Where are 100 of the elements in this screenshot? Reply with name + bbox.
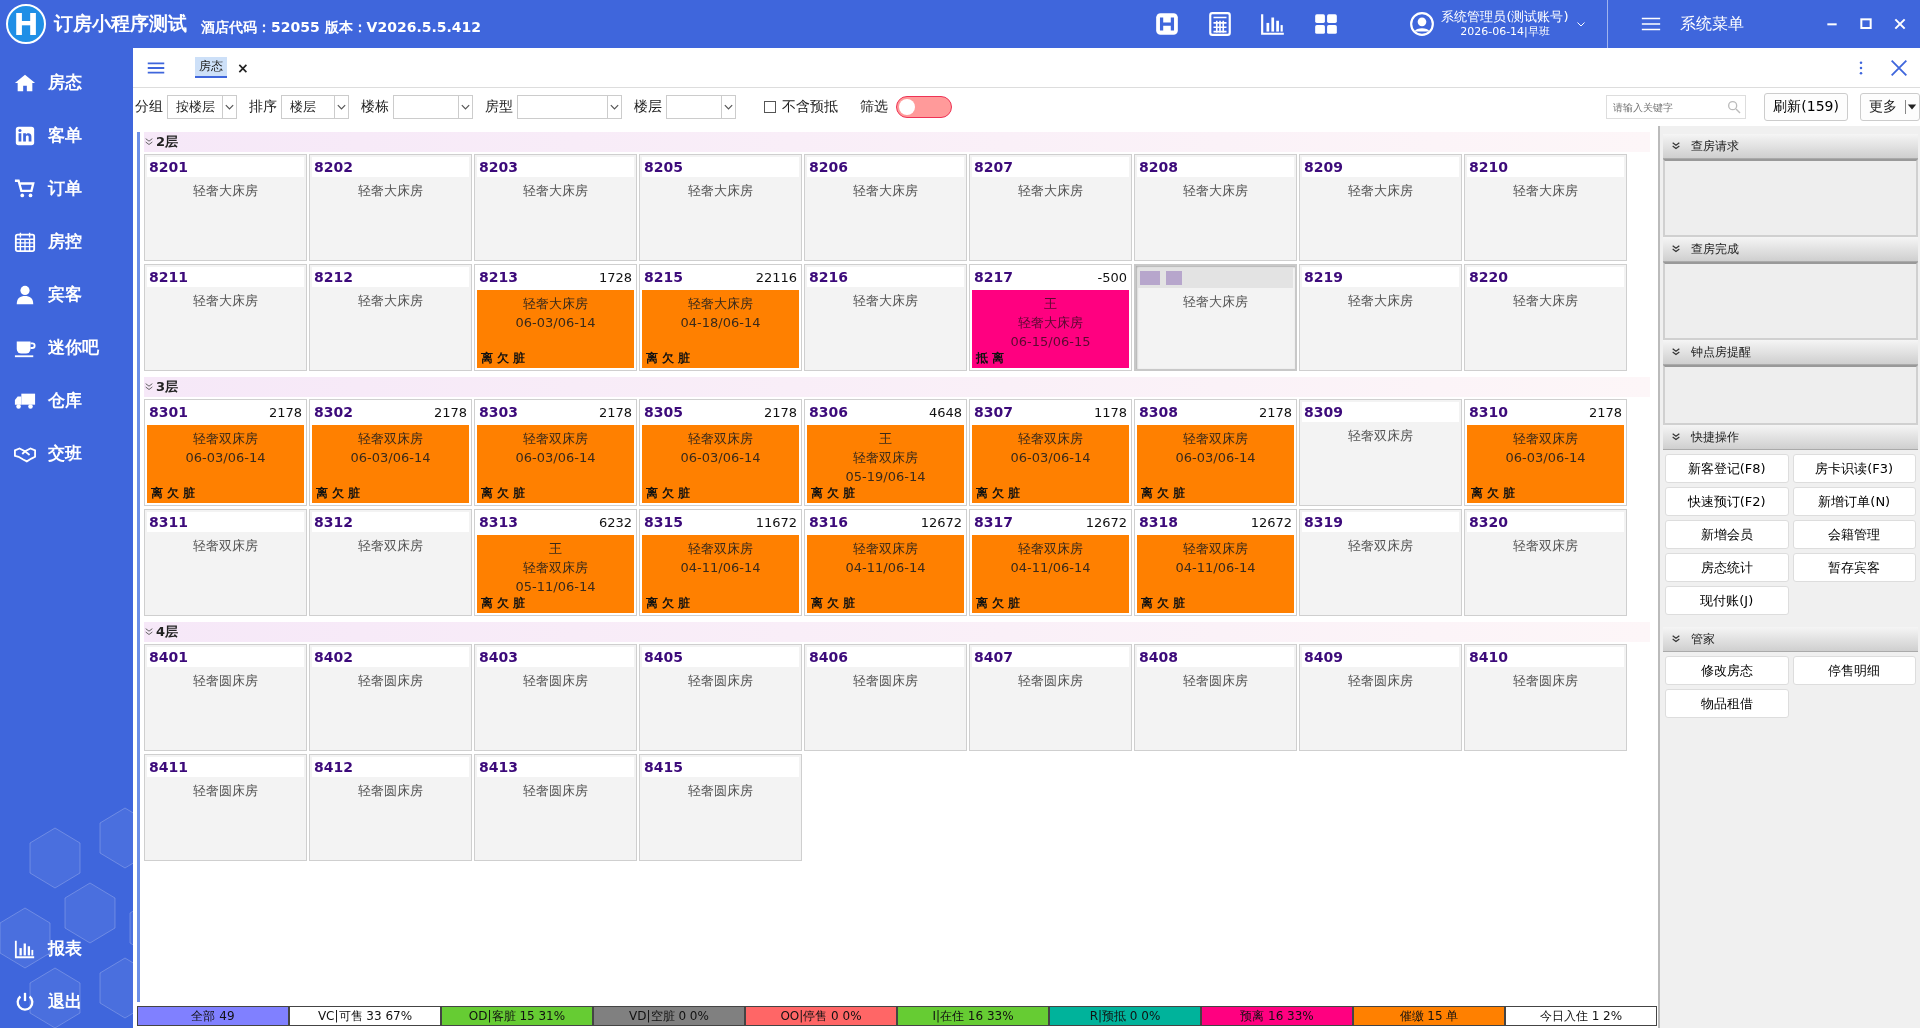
room-card[interactable]: 8306 4648 王 轻奢双床房 05-19/06-14 离 欠 脏 bbox=[804, 399, 967, 506]
action-button[interactable]: 暂存宾客 bbox=[1792, 553, 1916, 582]
checkbox[interactable] bbox=[764, 101, 776, 113]
room-card[interactable]: 8409 轻奢圆床房 bbox=[1299, 644, 1462, 751]
sidebar-item[interactable]: 迷你吧 bbox=[0, 321, 133, 374]
room-card[interactable]: 8208 轻奢大床房 bbox=[1134, 154, 1297, 261]
section-header[interactable]: 快捷操作 bbox=[1663, 425, 1918, 450]
room-card[interactable]: 8410 轻奢圆床房 bbox=[1464, 644, 1627, 751]
room-card[interactable]: 8407 轻奢圆床房 bbox=[969, 644, 1132, 751]
room-card[interactable]: 8315 11672 轻奢双床房 04-11/06-14 离 欠 脏 bbox=[639, 509, 802, 616]
status-legend-item[interactable]: 催缴 15 单 bbox=[1353, 1006, 1505, 1026]
h-square-icon[interactable] bbox=[1154, 11, 1180, 37]
room-card[interactable]: 8213 1728 轻奢大床房 06-03/06-14 离 欠 脏 bbox=[474, 264, 637, 371]
room-card[interactable]: 8210 轻奢大床房 bbox=[1464, 154, 1627, 261]
action-button[interactable]: 新增订单(N) bbox=[1792, 487, 1916, 516]
sidebar-item[interactable]: 客单 bbox=[0, 109, 133, 162]
status-legend-item[interactable]: 预离 16 33% bbox=[1201, 1006, 1353, 1026]
room-card[interactable]: 8217 -500 王 轻奢大床房 06-15/06-15 抵 离 bbox=[969, 264, 1132, 371]
room-card[interactable]: 8303 2178 轻奢双床房 06-03/06-14 离 欠 脏 bbox=[474, 399, 637, 506]
search-field[interactable]: 请输入关键字 bbox=[1606, 95, 1747, 119]
room-card[interactable]: 8307 1178 轻奢双床房 06-03/06-14 离 欠 脏 bbox=[969, 399, 1132, 506]
action-button[interactable]: 会籍管理 bbox=[1792, 520, 1916, 549]
room-card[interactable]: 8205 轻奢大床房 bbox=[639, 154, 802, 261]
status-legend-item[interactable]: R|预抵 0 0% bbox=[1049, 1006, 1201, 1026]
dropdown[interactable]: 按楼层 bbox=[167, 95, 237, 119]
sidebar-item[interactable]: 报表 bbox=[0, 922, 133, 975]
section-header[interactable]: 查房完成 bbox=[1663, 237, 1918, 262]
action-button[interactable]: 新客登记(F8) bbox=[1665, 454, 1789, 483]
room-card[interactable]: 8302 2178 轻奢双床房 06-03/06-14 离 欠 脏 bbox=[309, 399, 472, 506]
status-legend-item[interactable]: OO|停售 0 0% bbox=[745, 1006, 897, 1026]
room-card[interactable]: 8311 轻奢双床房 bbox=[144, 509, 307, 616]
system-menu-link[interactable]: 系统菜单 bbox=[1680, 13, 1744, 35]
action-button[interactable]: 房卡识读(F3) bbox=[1792, 454, 1916, 483]
room-card[interactable]: 8212 轻奢大床房 bbox=[309, 264, 472, 371]
grid-icon[interactable] bbox=[1313, 11, 1339, 37]
status-legend-item[interactable]: VD|空脏 0 0% bbox=[593, 1006, 745, 1026]
action-button[interactable]: 物品租借 bbox=[1665, 689, 1789, 718]
floor-header[interactable]: 2层 bbox=[144, 132, 1650, 152]
room-card[interactable]: 8206 轻奢大床房 bbox=[804, 154, 967, 261]
dropdown[interactable]: 楼层 bbox=[281, 95, 349, 119]
sidebar-item[interactable]: 房态 bbox=[0, 56, 133, 109]
status-legend-item[interactable]: VC|可售 33 67% bbox=[289, 1006, 441, 1026]
room-card[interactable]: 8412 轻奢圆床房 bbox=[309, 754, 472, 861]
room-card[interactable]: 8308 2178 轻奢双床房 06-03/06-14 离 欠 脏 bbox=[1134, 399, 1297, 506]
room-card[interactable]: 8318 12672 轻奢双床房 04-11/06-14 离 欠 脏 bbox=[1134, 509, 1297, 616]
sidebar-item[interactable]: 交班 bbox=[0, 427, 133, 480]
sidebar-item[interactable]: 房控 bbox=[0, 215, 133, 268]
room-card[interactable]: 8201 轻奢大床房 bbox=[144, 154, 307, 261]
room-card[interactable]: 8401 轻奢圆床房 bbox=[144, 644, 307, 751]
close-icon[interactable] bbox=[1892, 16, 1908, 32]
room-card[interactable]: 8216 轻奢大床房 bbox=[804, 264, 967, 371]
action-button[interactable]: 新增会员 bbox=[1665, 520, 1789, 549]
more-button[interactable]: 更多 bbox=[1860, 93, 1920, 121]
user-name[interactable]: 系统管理员(测试账号) bbox=[1441, 9, 1569, 24]
floor-header[interactable]: 3层 bbox=[144, 377, 1650, 397]
sidebar-item[interactable]: 订单 bbox=[0, 162, 133, 215]
room-card[interactable]: 8301 2178 轻奢双床房 06-03/06-14 离 欠 脏 bbox=[144, 399, 307, 506]
room-card[interactable]: 8320 轻奢双床房 bbox=[1464, 509, 1627, 616]
sidebar-item[interactable]: 退出 bbox=[0, 975, 133, 1028]
sidebar-item[interactable]: 仓库 bbox=[0, 374, 133, 427]
sidebar-item[interactable]: 宾客 bbox=[0, 268, 133, 321]
section-header[interactable]: 查房请求 bbox=[1663, 134, 1918, 159]
bar-chart-icon[interactable] bbox=[1260, 11, 1286, 37]
status-legend-item[interactable]: OD|客脏 15 31% bbox=[441, 1006, 593, 1026]
action-button[interactable]: 现付账(J) bbox=[1665, 586, 1789, 615]
room-card[interactable]: 8415 轻奢圆床房 bbox=[639, 754, 802, 861]
status-legend-item[interactable]: I|在住 16 33% bbox=[897, 1006, 1049, 1026]
status-legend-item[interactable]: 全部 49 bbox=[137, 1006, 289, 1026]
action-button[interactable]: 房态统计 bbox=[1665, 553, 1789, 582]
room-card[interactable]: 8319 轻奢双床房 bbox=[1299, 509, 1462, 616]
room-card[interactable]: 8202 轻奢大床房 bbox=[309, 154, 472, 261]
action-button[interactable]: 快速预订(F2) bbox=[1665, 487, 1789, 516]
room-card[interactable]: 8219 轻奢大床房 bbox=[1299, 264, 1462, 371]
maximize-icon[interactable] bbox=[1858, 16, 1874, 32]
room-card[interactable]: 8215 22116 轻奢大床房 04-18/06-14 离 欠 脏 bbox=[639, 264, 802, 371]
room-card[interactable]: 8411 轻奢圆床房 bbox=[144, 754, 307, 861]
room-card[interactable]: 8211 轻奢大床房 bbox=[144, 264, 307, 371]
room-card[interactable]: 8405 轻奢圆床房 bbox=[639, 644, 802, 751]
refresh-button[interactable]: 刷新(159) bbox=[1764, 93, 1848, 121]
room-card[interactable]: 8220 轻奢大床房 bbox=[1464, 264, 1627, 371]
room-card[interactable]: 8406 轻奢圆床房 bbox=[804, 644, 967, 751]
close-button[interactable]: × bbox=[237, 59, 249, 76]
room-card[interactable]: 8317 12672 轻奢双床房 04-11/06-14 离 欠 脏 bbox=[969, 509, 1132, 616]
section-header[interactable]: 钟点房提醒 bbox=[1663, 340, 1918, 365]
floor-header[interactable]: 4层 bbox=[144, 622, 1650, 642]
room-card[interactable]: 8313 6232 王 轻奢双床房 05-11/06-14 离 欠 脏 bbox=[474, 509, 637, 616]
room-card[interactable]: 8309 轻奢双床房 bbox=[1299, 399, 1462, 506]
room-card[interactable]: 8413 轻奢圆床房 bbox=[474, 754, 637, 861]
room-card[interactable]: 8403 轻奢圆床房 bbox=[474, 644, 637, 751]
status-legend-item[interactable]: 今日入住 1 2% bbox=[1505, 1006, 1657, 1026]
room-card[interactable]: 8209 轻奢大床房 bbox=[1299, 154, 1462, 261]
calculator-icon[interactable] bbox=[1207, 11, 1233, 37]
section-header[interactable]: 管家 bbox=[1663, 627, 1918, 652]
action-button[interactable]: 修改房态 bbox=[1665, 656, 1789, 685]
room-card[interactable]: 8207 轻奢大床房 bbox=[969, 154, 1132, 261]
room-card[interactable]: 8402 轻奢圆床房 bbox=[309, 644, 472, 751]
room-card[interactable]: 8316 12672 轻奢双床房 04-11/06-14 离 欠 脏 bbox=[804, 509, 967, 616]
toggle-switch[interactable] bbox=[896, 96, 952, 118]
room-card[interactable]: 8305 2178 轻奢双床房 06-03/06-14 离 欠 脏 bbox=[639, 399, 802, 506]
room-card[interactable]: 8408 轻奢圆床房 bbox=[1134, 644, 1297, 751]
